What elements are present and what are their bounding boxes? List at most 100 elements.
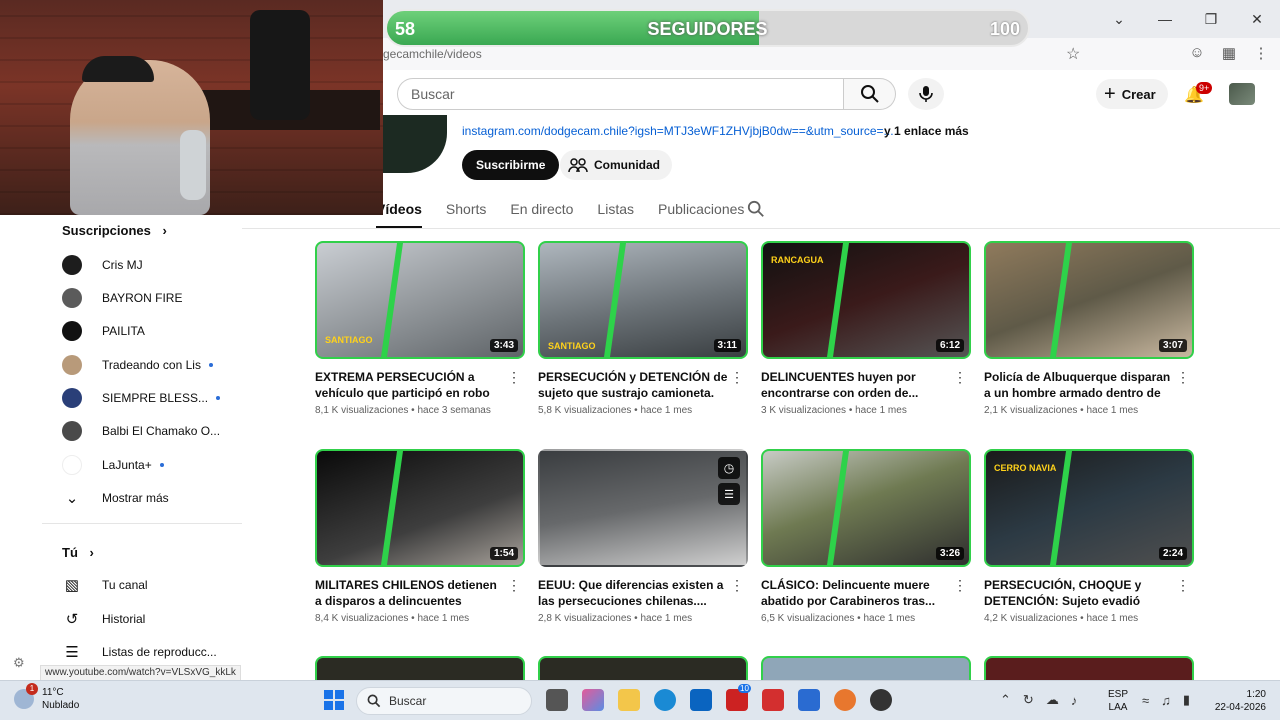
- more-options-icon[interactable]: ⋮: [507, 369, 521, 386]
- edge-icon[interactable]: [654, 689, 676, 711]
- video-age: hace 1 mes: [640, 405, 693, 416]
- video-card[interactable]: CERRO NAVIA 2:24 PERSECUCIÓN, CHOQUE y D…: [984, 449, 1194, 624]
- store-icon[interactable]: [690, 689, 712, 711]
- video-thumbnail[interactable]: CERRO NAVIA 2:24: [984, 449, 1194, 567]
- create-button[interactable]: + Crear: [1096, 79, 1168, 109]
- subscribe-button[interactable]: Suscribirme: [462, 150, 560, 180]
- obs-icon[interactable]: [870, 689, 892, 711]
- account-avatar[interactable]: [1229, 83, 1255, 105]
- video-card[interactable]: 3:07 Policía de Albuquerque disparan a u…: [984, 241, 1194, 416]
- language-indicator[interactable]: ESP LAA: [1108, 688, 1128, 714]
- meta-separator: •: [411, 405, 415, 416]
- wifi-icon[interactable]: ≈: [1142, 693, 1149, 708]
- video-title[interactable]: EEUU: Que diferencias existen a las pers…: [538, 577, 728, 609]
- tab-live[interactable]: En directo: [510, 196, 573, 228]
- mcafee-icon[interactable]: [762, 689, 784, 711]
- address-url[interactable]: gecamchile/videos: [383, 47, 482, 61]
- more-options-icon[interactable]: ⋮: [953, 369, 967, 386]
- channel-search-icon[interactable]: [747, 200, 765, 223]
- add-to-queue-icon[interactable]: ☰: [718, 483, 740, 505]
- tab-playlists[interactable]: Listas: [597, 196, 634, 228]
- more-options-icon[interactable]: ⋮: [730, 369, 744, 386]
- microphone-icon[interactable]: ♪: [1071, 693, 1078, 708]
- more-options-icon[interactable]: ⋮: [1176, 369, 1190, 386]
- video-title[interactable]: Policía de Albuquerque disparan a un hom…: [984, 369, 1174, 401]
- video-card[interactable]: 1:54 MILITARES CHILENOS detienen a dispa…: [315, 449, 525, 624]
- community-button[interactable]: Comunidad: [560, 150, 672, 180]
- sidebar-item-history[interactable]: ↺ Historial: [62, 608, 237, 630]
- video-thumbnail[interactable]: 1:54: [315, 449, 525, 567]
- sync-icon[interactable]: ↻: [1023, 692, 1034, 708]
- video-card[interactable]: SANTIAGO 3:11 PERSECUCIÓN y DETENCIÓN de…: [538, 241, 748, 416]
- windows-start-icon[interactable]: [324, 690, 344, 710]
- video-thumbnail[interactable]: [761, 656, 971, 680]
- sidebar-item-cris-mj[interactable]: Cris MJ: [62, 254, 237, 276]
- battery-icon[interactable]: ▮: [1183, 692, 1190, 708]
- chevron-up-icon[interactable]: ⌃: [1000, 692, 1011, 708]
- file-explorer-icon[interactable]: [618, 689, 640, 711]
- minimize-icon[interactable]: —: [1142, 11, 1188, 27]
- voice-search-button[interactable]: [908, 78, 944, 110]
- tab-list-icon[interactable]: ⌄: [1096, 11, 1142, 28]
- video-thumbnail[interactable]: ◷ ☰: [538, 449, 748, 567]
- video-thumbnail[interactable]: [984, 656, 1194, 680]
- sidebar-item-bayron-fire[interactable]: BAYRON FIRE: [62, 287, 237, 309]
- profile-icon[interactable]: ☺: [1188, 44, 1206, 62]
- video-title[interactable]: PERSECUCIÓN, CHOQUE y DETENCIÓN: Sujeto …: [984, 577, 1174, 609]
- more-options-icon[interactable]: ⋮: [953, 577, 967, 594]
- weather-widget[interactable]: 1 11°C Nublado: [14, 683, 79, 712]
- video-thumbnail[interactable]: SANTIAGO 3:43: [315, 241, 525, 359]
- sidebar-item-tradeando[interactable]: Tradeando con Lis: [62, 354, 237, 376]
- taskbar-search[interactable]: Buscar: [356, 687, 532, 715]
- video-thumbnail[interactable]: RANCAGUA 6:12: [761, 241, 971, 359]
- video-thumbnail[interactable]: [315, 656, 525, 680]
- sidebar-item-balbi[interactable]: Balbi El Chamako O...: [62, 420, 237, 442]
- video-title[interactable]: DELINCUENTES huyen por encontrarse con o…: [761, 369, 951, 401]
- extensions-icon[interactable]: ▦: [1220, 44, 1238, 62]
- cloud-icon[interactable]: ☁: [1046, 692, 1059, 708]
- bookmark-star-icon[interactable]: ☆: [1066, 44, 1080, 64]
- sidebar-item-siempre-bless[interactable]: SIEMPRE BLESS...: [62, 387, 237, 409]
- search-button[interactable]: [844, 78, 896, 110]
- video-card[interactable]: SANTIAGO 3:43 EXTREMA PERSECUCIÓN a vehí…: [315, 241, 525, 416]
- sidebar-item-lajunta[interactable]: LaJunta+: [62, 454, 237, 476]
- more-options-icon[interactable]: ⋮: [730, 577, 744, 594]
- sidebar-item-playlists[interactable]: ☰ Listas de reproducc...: [62, 641, 237, 663]
- task-view-icon[interactable]: [546, 689, 568, 711]
- you-heading[interactable]: Tú ›: [62, 545, 94, 560]
- show-more-button[interactable]: ⌄ Mostrar más: [62, 487, 237, 509]
- video-title[interactable]: EXTREMA PERSECUCIÓN a vehículo que parti…: [315, 369, 505, 401]
- video-card[interactable]: ◷ ☰ EEUU: Que diferencias existen a las …: [538, 449, 748, 624]
- tab-shorts[interactable]: Shorts: [446, 196, 486, 228]
- close-icon[interactable]: ✕: [1234, 11, 1280, 28]
- tab-posts[interactable]: Publicaciones: [658, 196, 744, 228]
- video-title[interactable]: CLÁSICO: Delincuente muere abatido por C…: [761, 577, 951, 609]
- channel-external-link[interactable]: instagram.com/dodgecam.chile?igsh=MTJ3eW…: [462, 124, 894, 138]
- browser-menu-icon[interactable]: ⋮: [1252, 44, 1270, 62]
- taskbar-clock[interactable]: 1:20 22-04-2026: [1206, 688, 1266, 714]
- sidebar-item-your-channel[interactable]: ▧ Tu canal: [62, 574, 237, 596]
- volume-icon[interactable]: ♫: [1161, 693, 1171, 708]
- sidebar-item-pailita[interactable]: PAILITA: [62, 320, 237, 342]
- gear-icon[interactable]: ⚙: [13, 655, 25, 671]
- more-options-icon[interactable]: ⋮: [1176, 577, 1190, 594]
- video-title[interactable]: MILITARES CHILENOS detienen a disparos a…: [315, 577, 505, 609]
- subscriptions-heading[interactable]: Suscripciones ›: [62, 223, 167, 238]
- watch-later-icon[interactable]: ◷: [718, 457, 740, 479]
- video-card[interactable]: RANCAGUA 6:12 DELINCUENTES huyen por enc…: [761, 241, 971, 416]
- search-input[interactable]: Buscar: [397, 78, 844, 110]
- firefox-icon[interactable]: [834, 689, 856, 711]
- copilot-icon[interactable]: [582, 689, 604, 711]
- app-icon[interactable]: 10: [726, 684, 751, 711]
- video-title[interactable]: PERSECUCIÓN y DETENCIÓN de sujeto que su…: [538, 369, 728, 401]
- video-thumbnail[interactable]: SANTIAGO 3:11: [538, 241, 748, 359]
- video-thumbnail[interactable]: 3:26: [761, 449, 971, 567]
- video-thumbnail[interactable]: 3:07: [984, 241, 1194, 359]
- outlook-icon[interactable]: [798, 689, 820, 711]
- more-options-icon[interactable]: ⋮: [507, 577, 521, 594]
- community-label: Comunidad: [594, 158, 660, 172]
- video-thumbnail[interactable]: [538, 656, 748, 680]
- video-card[interactable]: 3:26 CLÁSICO: Delincuente muere abatido …: [761, 449, 971, 624]
- maximize-icon[interactable]: ❐: [1188, 11, 1234, 28]
- more-links-link[interactable]: y 1 enlace más: [884, 124, 969, 138]
